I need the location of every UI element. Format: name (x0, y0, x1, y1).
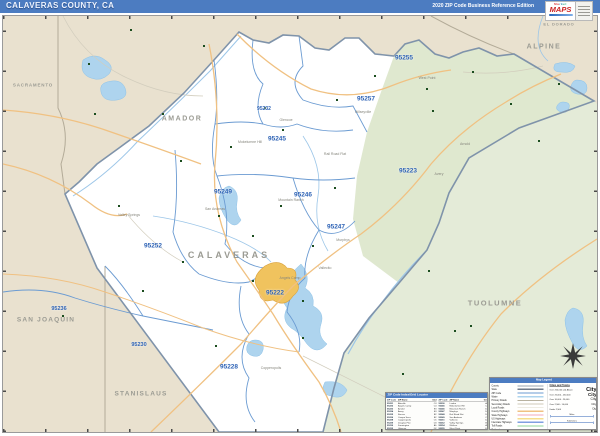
legend-item-label: State Highways (491, 413, 508, 416)
legend-title: Map Legend (535, 378, 553, 382)
legend-city-class: Over 25,000 - 250,000 City (549, 392, 596, 397)
publisher-logo: Market MAPS (545, 1, 595, 21)
legend-item-label: ZIP Code (491, 391, 502, 394)
map-frame: West Point Wilseyville Glencoe Mokelumne Hi… (2, 15, 598, 433)
legend-item-label: County (491, 384, 499, 387)
legend-item-interstate-highways: Interstate Highways (492, 420, 547, 424)
legend-cities: Cities and Towns Over 250,000 and Above C… (546, 383, 596, 429)
legend-header: Map Legend (490, 378, 596, 383)
zip-index-zip: 95255 (438, 426, 445, 430)
logo-brand-text: MAPS (549, 5, 572, 14)
legend-item-sample (517, 410, 544, 412)
legend-city-class: Over 10,000 - 25,000 City (549, 397, 596, 402)
zip-index-grid: E1 (485, 426, 488, 430)
legend-item-label: Toll Roads (491, 424, 503, 427)
legend-item-us-highways: US Highways (492, 416, 547, 420)
zip-index-row: 95232 Glencoe D2 (387, 426, 437, 430)
legend-item-state: State (492, 387, 547, 391)
legend-item-sample (517, 395, 544, 398)
zip-index-table-body: ZIP Code ZIP Name Grid 95221 Altaville C4 9522… (386, 398, 488, 430)
legend-item-label: County Highways (491, 409, 510, 413)
legend-item-zip-code: ZIP Code (492, 391, 547, 395)
legend-city-range: Over 2,500 - 10,000 (549, 402, 569, 406)
legend-city-sample: City (590, 397, 597, 401)
legend-item-label: State (491, 387, 497, 391)
zip-index-row: 95255 West Point E1 (438, 426, 488, 430)
zip-index-name: Glencoe (398, 426, 407, 430)
logo-side-box (576, 1, 593, 21)
legend-item-sample (517, 413, 544, 416)
legend-item-label: US Highways (491, 416, 506, 420)
legend-item-sample (517, 421, 544, 423)
legend-item-local-roads: Local Roads (492, 405, 547, 409)
legend-item-toll-roads: Toll Roads (492, 424, 547, 428)
legend-item-sample (517, 428, 544, 429)
page-title: CALAVERAS COUNTY, CA (6, 1, 115, 10)
legend-item-sample (517, 406, 544, 408)
legend-item-label: Secondary Roads (491, 402, 510, 405)
legend-item-primary-roads: Primary Roads (492, 398, 547, 402)
legend-line-items: County State ZIP Code Water Primary Roads Sec… (491, 384, 547, 430)
legend-city-range: Over 10,000 - 25,000 (549, 397, 570, 401)
legend-city-range: Under 2,500 (549, 407, 561, 410)
legend-item-sample (517, 424, 544, 427)
zip-index-name: West Point (449, 426, 461, 430)
zip-index-column-2: ZIP Code ZIP Name Grid 95236 Linden A4 95245 Mo… (438, 399, 488, 430)
map-canvas (3, 16, 597, 432)
legend-city-class: Over 2,500 - 10,000 City (549, 401, 596, 406)
legend-item-sample (517, 417, 544, 419)
legend-item-county: County (492, 384, 547, 388)
legend-item-sample (517, 399, 544, 401)
scale-bar-miles: Miles (549, 412, 596, 418)
zip-index-grid: D2 (433, 426, 437, 430)
legend-item-sample (517, 388, 544, 390)
legend-city-sample: City (591, 402, 597, 406)
scale-bar-line (550, 420, 594, 424)
zip-index-zip: 95232 (387, 426, 394, 430)
scale-bar-label: Kilometers (567, 418, 577, 422)
legend-city-rows: Over 250,000 and Above City Over 25,000 - … (549, 386, 596, 411)
title-bar: CALAVERAS COUNTY, CA 2020 ZIP Code Busin… (0, 0, 600, 13)
legend-city-range: Over 25,000 - 250,000 (549, 392, 571, 396)
legend-item-label: Local Roads (491, 405, 505, 409)
legend-city-class: Under 2,500 City (549, 406, 596, 411)
scale-bar-label: Miles (569, 412, 575, 415)
compass-rose-icon (560, 343, 586, 369)
legend-city-sample: City (592, 406, 597, 410)
legend-city-range: Over 250,000 and Above (549, 388, 573, 391)
zip-index-column-1: ZIP Code ZIP Name Grid 95221 Altaville C4 9522… (387, 399, 437, 430)
legend-item-sample (517, 392, 544, 394)
zip-index-table: ZIP Code Index/Grid Locator ZIP Code ZIP … (385, 392, 488, 430)
legend-item-label: Water (491, 395, 498, 398)
logo-wave-icon (548, 14, 573, 16)
scale-bar-kilometers: Kilometers (549, 419, 596, 424)
edition-subtitle: 2020 ZIP Code Business Reference Edition (432, 3, 534, 9)
legend-item-label: Primary Roads (491, 398, 507, 402)
legend-item-state-highways: State Highways (492, 413, 547, 417)
legend-city-sample: City (587, 391, 597, 397)
legend-item-sample (517, 403, 544, 404)
map-poster-page: CALAVERAS COUNTY, CA 2020 ZIP Code Busin… (0, 0, 600, 436)
legend-item-label: Interstate Highways (491, 420, 512, 424)
legend-item-railroads: Railroads (491, 427, 547, 430)
map-legend: Map Legend County State ZIP Code Water Prima… (489, 377, 597, 430)
legend-body: County State ZIP Code Water Primary Roads Sec… (490, 383, 596, 430)
legend-item-county-highways: County Highways (492, 409, 547, 413)
logo-brand-box: Market MAPS (545, 1, 576, 21)
legend-item-water: Water (492, 394, 547, 398)
legend-item-sample (517, 384, 544, 386)
legend-item-secondary-roads: Secondary Roads (492, 402, 547, 406)
legend-item-label: Railroads (491, 427, 502, 430)
scale-bar-line (550, 414, 594, 417)
legend-scale-bars: Miles Kilometers (549, 412, 596, 424)
zip-index-table-title: ZIP Code Index/Grid Locator (387, 393, 428, 397)
